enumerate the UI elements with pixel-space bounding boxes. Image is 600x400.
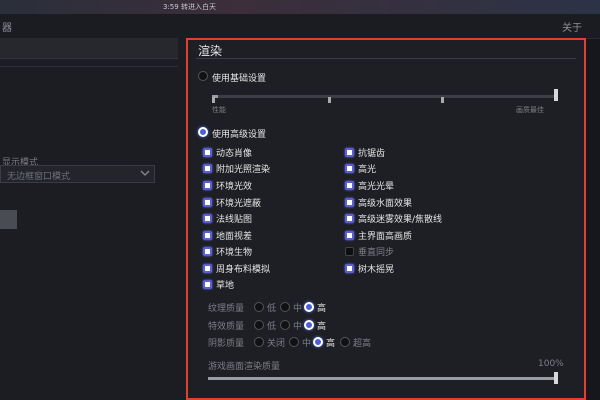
about-tab[interactable]: 关于 <box>562 19 582 34</box>
shadow-high-radio[interactable] <box>313 337 323 347</box>
option-label: 垂直同步 <box>358 248 395 258</box>
effect-low-radio[interactable] <box>254 320 264 330</box>
advanced-settings-label: 使用高级设置 <box>212 130 267 140</box>
option-label: 主界面高画质 <box>358 232 413 242</box>
option-text: 中 <box>293 304 303 314</box>
render-settings-panel: 渲染 使用基础设置 性能 画质最佳 使用高级设置 动态肖像 附加光照渲染 环境光… <box>186 38 586 400</box>
checkbox-advanced-fog[interactable] <box>345 214 354 223</box>
option-label: 环境光遮蔽 <box>216 199 262 209</box>
texture-mid-radio[interactable] <box>280 302 290 312</box>
option-text: 高 <box>317 322 327 332</box>
texture-quality-label: 纹理质量 <box>208 304 245 314</box>
option-text: 超高 <box>353 339 372 349</box>
checkbox-grass[interactable] <box>203 280 212 289</box>
basic-settings-label: 使用基础设置 <box>212 74 267 84</box>
section-title-render: 渲染 <box>198 44 223 58</box>
slider-min-label: 性能 <box>212 106 226 114</box>
display-mode-value: 无边框窗口模式 <box>7 172 71 182</box>
option-text: 低 <box>267 304 277 314</box>
option-text: 低 <box>267 322 277 332</box>
apply-button[interactable] <box>0 210 17 229</box>
option-label: 地面视差 <box>216 232 253 242</box>
effect-quality-label: 特效质量 <box>208 322 245 332</box>
effect-high-radio[interactable] <box>304 320 314 330</box>
checkbox-advanced-water[interactable] <box>345 198 354 207</box>
option-text: 中 <box>302 339 312 349</box>
option-label: 高级水面效果 <box>358 199 413 209</box>
option-text: 高 <box>317 304 327 314</box>
option-label: 环境生物 <box>216 248 253 258</box>
system-status-bar: 3:59 转进入白天 <box>0 0 600 14</box>
left-settings-panel: 显示模式 无边框窗口模式 <box>0 38 186 400</box>
basic-settings-radio[interactable] <box>198 71 208 81</box>
settings-title-bar: 器 关于 <box>0 14 600 39</box>
left-panel-header <box>0 38 178 59</box>
render-scale-label: 游戏画面渲染质量 <box>208 362 281 372</box>
checkbox-normal-map[interactable] <box>203 214 212 223</box>
slider-thumb[interactable] <box>554 89 558 101</box>
texture-high-radio[interactable] <box>304 302 314 312</box>
checkbox-main-ui-hq[interactable] <box>345 231 354 240</box>
option-label: 高光 <box>358 165 377 175</box>
shadow-mid-radio[interactable] <box>289 337 299 347</box>
checkbox-extra-lighting[interactable] <box>203 164 212 173</box>
shadow-ultra-radio[interactable] <box>340 337 350 347</box>
slider-track <box>212 95 558 98</box>
slider-fill <box>208 377 558 380</box>
checkbox-ambient-light[interactable] <box>203 181 212 190</box>
checkbox-vsync[interactable] <box>345 247 354 256</box>
checkbox-dynamic-portrait[interactable] <box>203 148 212 157</box>
option-label: 草地 <box>216 281 235 291</box>
advanced-settings-radio[interactable] <box>198 127 208 137</box>
option-text: 高 <box>326 339 336 349</box>
option-text: 中 <box>293 322 303 332</box>
divider <box>0 66 178 67</box>
option-label: 法线贴图 <box>216 215 253 225</box>
checkbox-bloom[interactable] <box>345 181 354 190</box>
slider-tick <box>441 97 444 103</box>
shadow-off-radio[interactable] <box>254 337 264 347</box>
checkbox-ambient-occlusion[interactable] <box>203 198 212 207</box>
slider-thumb[interactable] <box>554 372 558 384</box>
slider-tick <box>328 97 331 103</box>
display-mode-dropdown[interactable]: 无边框窗口模式 <box>0 165 155 183</box>
checkbox-ground-parallax[interactable] <box>203 231 212 240</box>
divider <box>196 58 576 59</box>
slider-tick <box>212 97 215 103</box>
render-scale-value: 100% <box>538 359 564 369</box>
checkbox-cloth-simulation[interactable] <box>203 264 212 273</box>
option-text: 关闭 <box>267 339 286 349</box>
checkbox-tree-sway[interactable] <box>345 264 354 273</box>
option-label: 动态肖像 <box>216 149 253 159</box>
slider-max-label: 画质最佳 <box>516 106 544 114</box>
option-label: 高光光晕 <box>358 182 395 192</box>
checkbox-ambient-creatures[interactable] <box>203 247 212 256</box>
option-label: 高级迷雾效果/焦散线 <box>358 215 443 225</box>
tab-partial-label[interactable]: 器 <box>2 19 12 34</box>
option-label: 环境光效 <box>216 182 253 192</box>
option-label: 附加光照渲染 <box>216 165 271 175</box>
option-label: 树木摇晃 <box>358 265 395 275</box>
checkbox-highlight[interactable] <box>345 164 354 173</box>
shadow-quality-label: 阴影质量 <box>208 339 245 349</box>
texture-low-radio[interactable] <box>254 302 264 312</box>
checkbox-anti-aliasing[interactable] <box>345 148 354 157</box>
chevron-down-icon <box>140 170 150 176</box>
effect-mid-radio[interactable] <box>280 320 290 330</box>
option-label: 抗锯齿 <box>358 149 386 159</box>
system-status-text: 3:59 转进入白天 <box>163 3 216 11</box>
option-label: 周身布料模拟 <box>216 265 271 275</box>
